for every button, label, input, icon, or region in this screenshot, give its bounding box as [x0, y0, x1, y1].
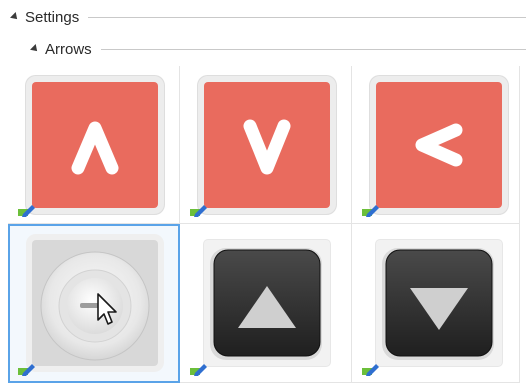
icon-cell-arrow-up-dark[interactable] [180, 224, 352, 383]
expand-triangle-icon[interactable] [10, 12, 20, 22]
section-divider [100, 48, 526, 50]
arrows-section-header[interactable]: Arrows [0, 38, 528, 60]
edit-pencil-badge-icon[interactable] [190, 203, 208, 217]
edit-pencil-badge-icon[interactable] [362, 203, 380, 217]
arrow-up-dark-icon[interactable] [204, 240, 330, 366]
expand-triangle-icon[interactable] [30, 44, 40, 54]
icon-cell-arrow-down-red[interactable] [180, 66, 352, 224]
edit-pencil-badge-icon[interactable] [190, 362, 208, 376]
arrow-left-red-icon[interactable] [376, 82, 502, 208]
asset-browser: Settings Arrows [0, 0, 528, 383]
arrow-down-red-icon[interactable] [204, 82, 330, 208]
settings-section-header[interactable]: Settings [0, 6, 528, 28]
edit-pencil-badge-icon[interactable] [18, 203, 36, 217]
edit-pencil-badge-icon[interactable] [362, 362, 380, 376]
icon-cell-arrow-left-red[interactable] [352, 66, 520, 224]
section-divider [88, 16, 526, 18]
icon-grid [8, 66, 520, 383]
icon-cell-arrow-down-dark[interactable] [352, 224, 520, 383]
arrow-down-dark-icon[interactable] [376, 240, 502, 366]
icon-cell-arrow-up-red[interactable] [8, 66, 180, 224]
settings-section-label: Settings [25, 8, 80, 26]
icon-cell-round-knob[interactable] [8, 224, 180, 383]
arrows-section-label: Arrows [45, 40, 92, 58]
edit-pencil-badge-icon[interactable] [18, 362, 36, 376]
round-knob-button-icon[interactable] [32, 240, 158, 366]
arrow-up-red-icon[interactable] [32, 82, 158, 208]
